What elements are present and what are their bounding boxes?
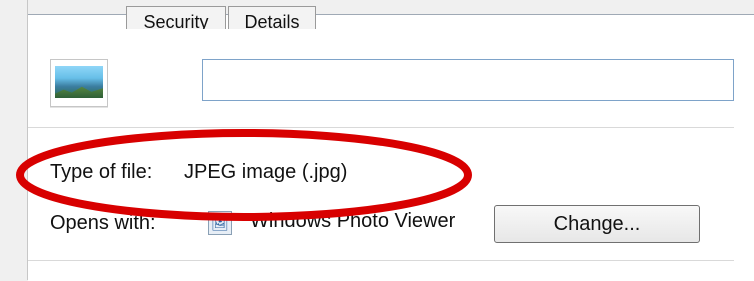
separator-bottom [28,260,734,261]
image-thumbnail [55,66,103,98]
window-edge [0,0,28,280]
type-of-file-value: JPEG image (.jpg) [184,161,348,183]
opens-with-app: Windows Photo Viewer [250,210,456,232]
photo-viewer-icon: 🖼 [208,211,232,235]
properties-panel: Security Details Type of file: JPEG imag… [16,6,754,281]
tab-security[interactable]: Security [126,6,226,29]
opens-with-label: Opens with: [50,212,156,234]
separator-top [28,127,734,128]
type-of-file-label: Type of file: [50,161,153,183]
landscape-image-icon [50,59,108,107]
tab-details[interactable]: Details [228,6,316,29]
file-name-input[interactable] [202,59,734,101]
change-button[interactable]: Change... [494,205,700,243]
